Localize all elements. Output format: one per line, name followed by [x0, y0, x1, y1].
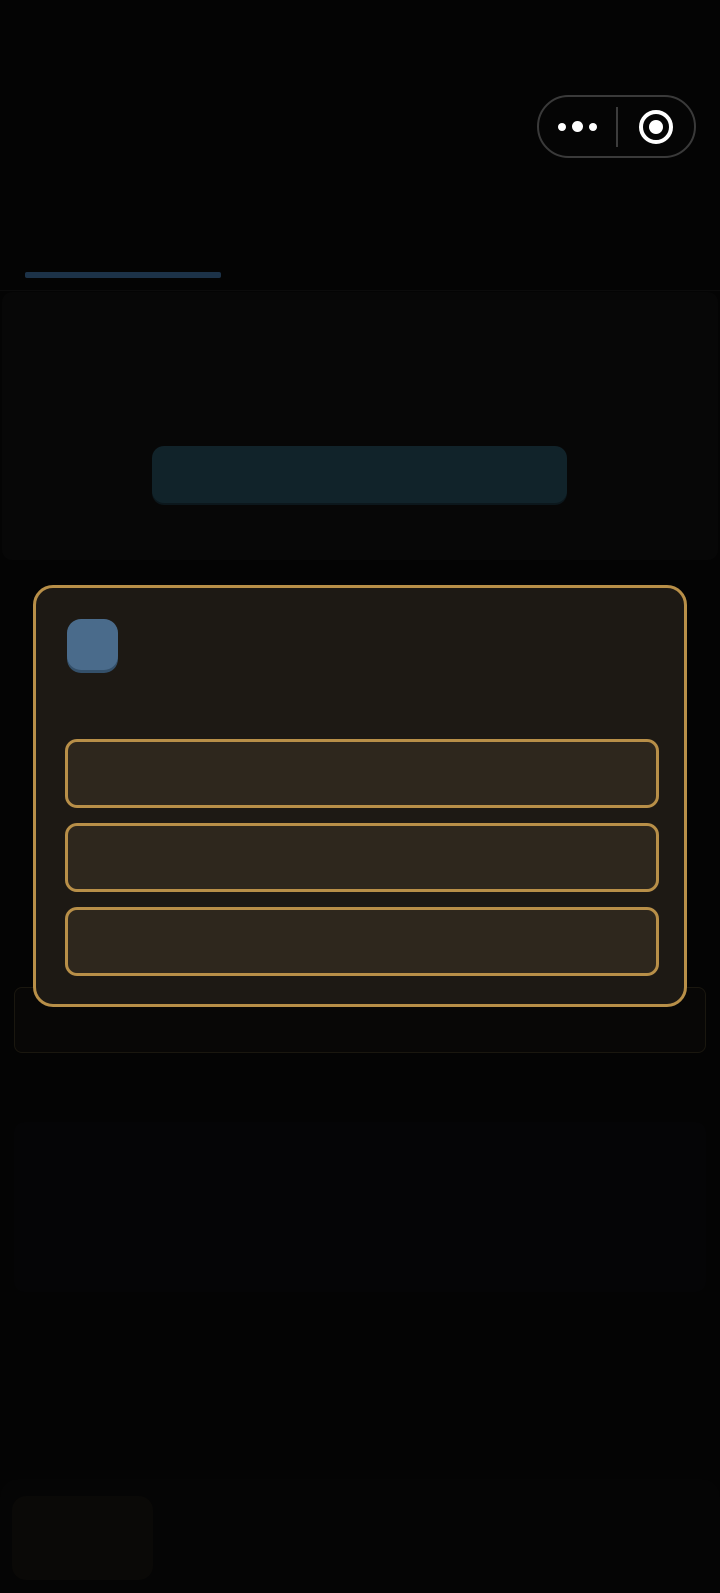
app-badge-icon [67, 619, 118, 670]
more-dots-icon-right [588, 122, 597, 131]
close-button[interactable] [618, 97, 695, 156]
dialog-option-3[interactable] [65, 907, 659, 976]
app-screen [0, 0, 720, 1593]
content-section [14, 1122, 706, 1292]
hero-panel [2, 292, 718, 560]
target-circle-icon [638, 109, 673, 144]
dialog-option-2[interactable] [65, 823, 659, 892]
dialog-option-1[interactable] [65, 739, 659, 808]
bottom-bar-button[interactable] [12, 1496, 153, 1580]
more-dots-icon-center [571, 121, 583, 132]
choice-dialog [33, 585, 687, 1007]
hero-action-button[interactable] [152, 446, 567, 503]
mini-program-capsule [537, 95, 696, 158]
active-tab-indicator [25, 272, 221, 278]
header-divider [0, 290, 720, 291]
more-dots-icon [557, 122, 566, 131]
more-button[interactable] [539, 97, 616, 156]
